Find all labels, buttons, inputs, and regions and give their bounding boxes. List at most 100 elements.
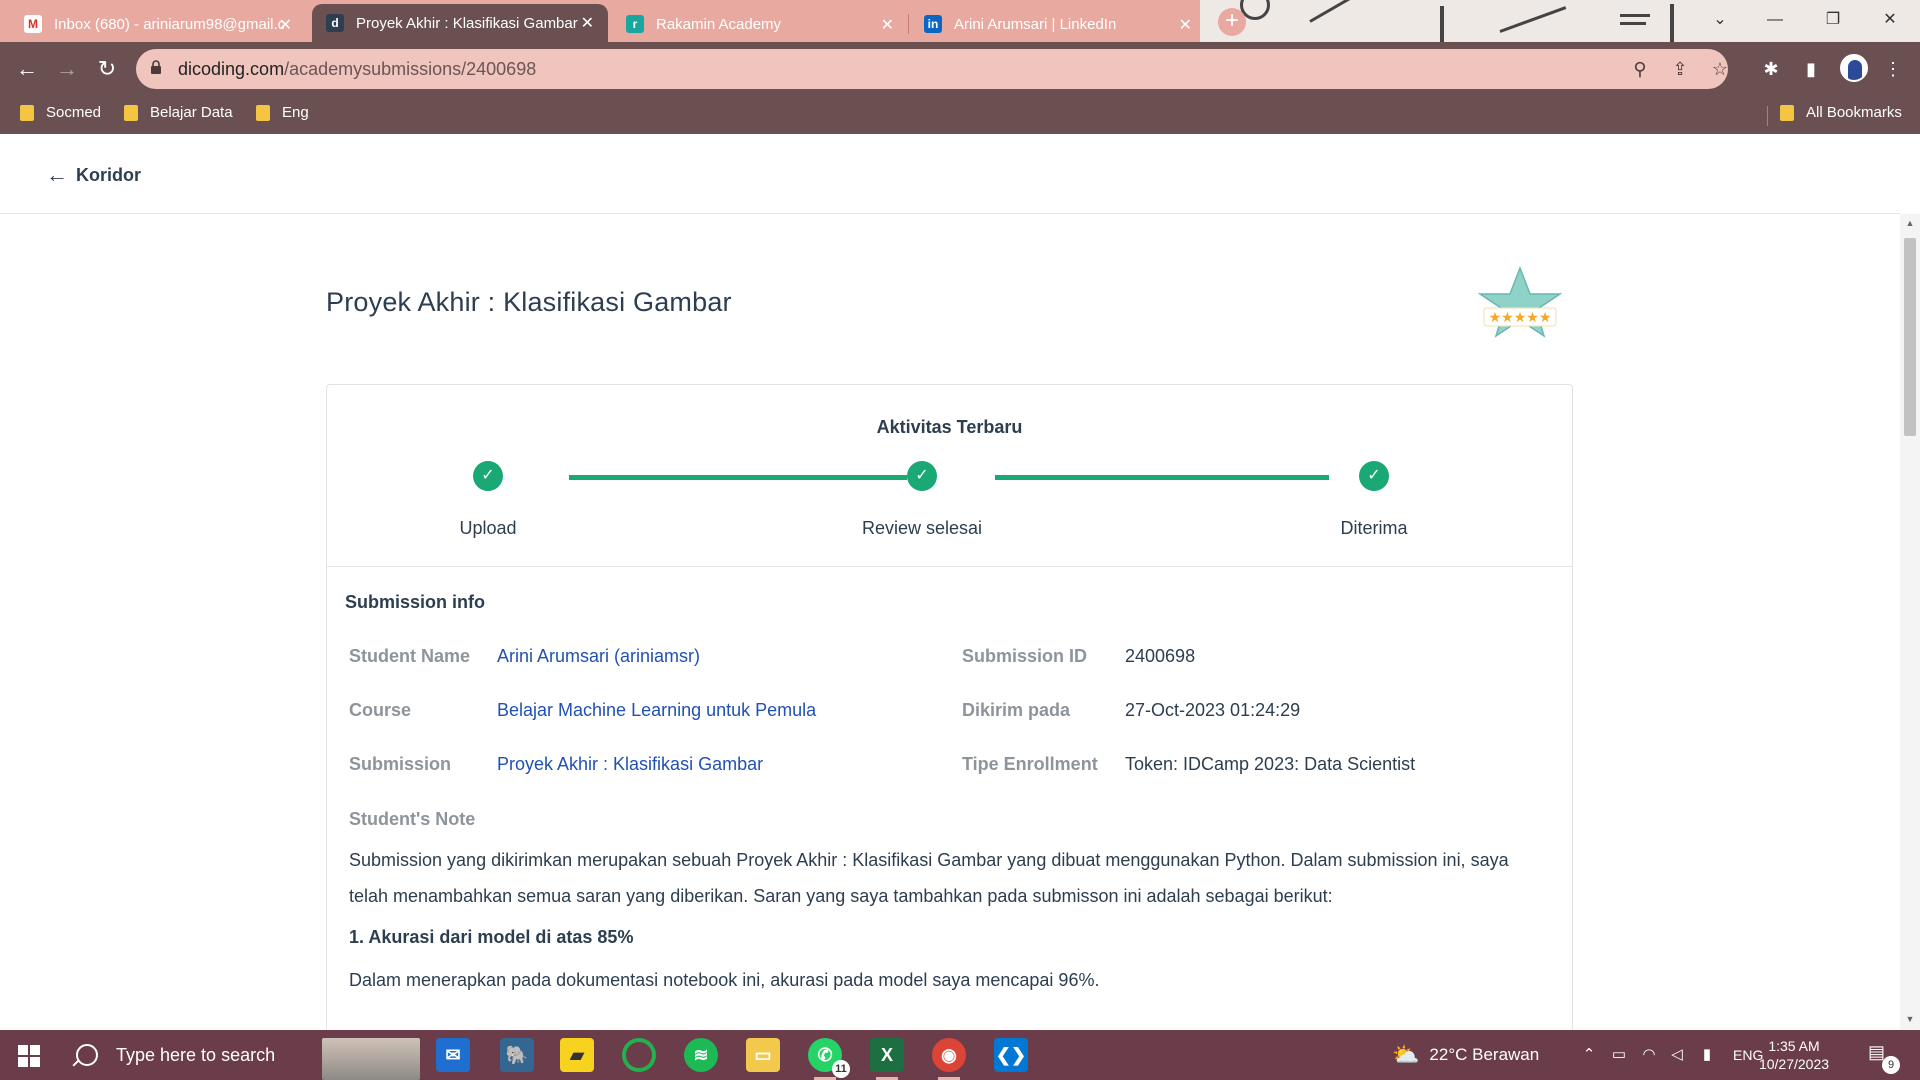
battery-icon[interactable]: ▭ xyxy=(1610,1046,1628,1064)
notification-count: 9 xyxy=(1882,1056,1900,1074)
close-icon[interactable]: ✕ xyxy=(279,15,292,35)
theme-decoration xyxy=(1200,0,1920,42)
close-icon[interactable]: ✕ xyxy=(881,15,894,35)
folder-icon xyxy=(1780,104,1794,121)
search-placeholder: Type here to search xyxy=(116,1044,276,1065)
theme-doodle xyxy=(1670,4,1674,42)
volume-icon[interactable]: ◁ xyxy=(1668,1046,1686,1064)
bookmark-socmed[interactable]: Socmed xyxy=(20,104,101,121)
close-icon[interactable]: ✕ xyxy=(1179,15,1192,35)
course-label: Course xyxy=(349,700,412,720)
bookmark-label: Eng xyxy=(282,104,309,121)
theme-doodle xyxy=(1309,0,1363,23)
zoom-icon[interactable]: ⚲ xyxy=(1628,57,1652,81)
scroll-thumb[interactable] xyxy=(1904,238,1916,436)
url-host: dicoding.com xyxy=(178,59,285,79)
bookmark-label: Socmed xyxy=(46,104,102,121)
sent-at-label: Dikirim pada xyxy=(962,700,1071,720)
page-title: Proyek Akhir : Klasifikasi Gambar xyxy=(326,287,732,317)
bookmark-label: All Bookmarks xyxy=(1806,104,1902,121)
microphone-icon[interactable]: ▮ xyxy=(1698,1046,1716,1064)
minimize-button[interactable]: — xyxy=(1755,6,1795,34)
postgres-app-icon[interactable]: 🐘 xyxy=(500,1038,534,1072)
rakamin-icon: r xyxy=(626,15,644,33)
forward-icon[interactable]: → xyxy=(52,54,82,84)
profile-avatar[interactable] xyxy=(1840,54,1868,82)
bookmark-eng[interactable]: Eng xyxy=(256,104,309,121)
system-clock[interactable]: 1:35 AM 10/27/2023 xyxy=(1754,1037,1834,1073)
student-name-link[interactable]: Arini Arumsari (ariniamsr) xyxy=(497,646,700,667)
koridor-label: Koridor xyxy=(76,164,141,185)
page-content: ← Koridor Proyek Akhir : Klasifikasi Gam… xyxy=(0,134,1920,1030)
scroll-down-icon[interactable]: ▼ xyxy=(1904,1014,1916,1026)
tab-title: Arini Arumsari | LinkedIn xyxy=(954,15,1117,33)
theme-doodle xyxy=(1620,14,1650,17)
student-note-paragraph: Submission yang dikirimkan merupakan seb… xyxy=(349,850,1509,906)
spotify-icon[interactable]: ≋ xyxy=(684,1038,718,1072)
excel-icon[interactable]: X xyxy=(870,1038,904,1080)
tab-gmail[interactable]: M Inbox (680) - ariniarum98@gmail.com ✕ xyxy=(10,6,306,42)
vscode-icon[interactable]: ❮❯ xyxy=(994,1038,1028,1072)
chrome-icon[interactable]: ◉ xyxy=(932,1038,966,1080)
activity-title: Aktivitas Terbaru xyxy=(876,417,1023,437)
whatsapp-icon[interactable]: ✆ 11 xyxy=(808,1038,850,1080)
notification-center[interactable]: ▤ 9 xyxy=(1868,1042,1900,1074)
tab-dicoding[interactable]: d Proyek Akhir : Klasifikasi Gambar ✕ xyxy=(312,4,608,42)
tab-title: Rakamin Academy xyxy=(656,15,782,33)
restore-button[interactable]: ❐ xyxy=(1813,6,1853,34)
clock-time: 1:35 AM xyxy=(1768,1038,1820,1054)
back-icon[interactable]: ← xyxy=(12,54,42,84)
theme-doodle xyxy=(1499,6,1567,33)
all-bookmarks[interactable]: All Bookmarks xyxy=(1780,104,1902,121)
chevron-up-icon[interactable]: ⌃ xyxy=(1580,1046,1598,1064)
tab-strip: M Inbox (680) - ariniarum98@gmail.com ✕ … xyxy=(0,0,1920,42)
student-name-label: Student Name xyxy=(349,646,471,666)
share-icon[interactable]: ⇪ xyxy=(1668,57,1692,81)
submission-link[interactable]: Proyek Akhir : Klasifikasi Gambar xyxy=(497,754,763,775)
close-window-button[interactable]: ✕ xyxy=(1870,6,1910,34)
submission-label: Submission xyxy=(349,754,452,774)
new-tab-button[interactable]: + xyxy=(1218,8,1246,36)
tab-search-icon[interactable]: ⌄ xyxy=(1700,6,1740,34)
submission-id-value: 2400698 xyxy=(1125,646,1196,666)
side-panel-icon[interactable]: ▮ xyxy=(1798,56,1824,82)
bookmark-label: Belajar Data xyxy=(150,104,233,121)
tab-rakamin[interactable]: r Rakamin Academy ✕ xyxy=(612,6,908,42)
theme-doodle xyxy=(1440,6,1444,42)
clock-date: 10/27/2023 xyxy=(1758,1056,1830,1072)
page-header: ← Koridor xyxy=(0,134,1900,214)
progress-line xyxy=(569,475,907,480)
enrollment-label: Tipe Enrollment xyxy=(962,754,1098,774)
url-text: dicoding.com/academysubmissions/2400698 xyxy=(178,59,536,80)
reload-icon[interactable]: ↻ xyxy=(92,54,122,84)
enrollment-value: Token: IDCamp 2023: Data Scientist xyxy=(1125,754,1416,774)
wifi-icon[interactable]: ◠ xyxy=(1640,1046,1658,1064)
address-bar[interactable]: dicoding.com/academysubmissions/2400698 … xyxy=(136,49,1728,89)
extensions-icon[interactable]: ✱ xyxy=(1758,56,1784,82)
app-circle-icon[interactable] xyxy=(622,1038,656,1072)
bookmark-belajar-data[interactable]: Belajar Data xyxy=(124,104,233,121)
sent-at-value: 27-Oct-2023 01:24:29 xyxy=(1125,700,1301,720)
koridor-back-link[interactable]: ← Koridor xyxy=(46,162,141,188)
check-icon: ✓ xyxy=(1359,461,1389,491)
weather-widget[interactable]: ⛅ 22°C Berawan xyxy=(1392,1030,1539,1080)
scrollbar[interactable]: ▲ ▼ xyxy=(1900,214,1920,1030)
gmail-icon: M xyxy=(24,15,42,33)
sticky-notes-icon[interactable]: ▰ xyxy=(560,1038,594,1072)
chat-bubble-icon: ▤ xyxy=(1868,1042,1886,1062)
bookmark-star-icon[interactable]: ☆ xyxy=(1708,57,1732,81)
folder-icon xyxy=(20,104,34,121)
windows-start-icon[interactable] xyxy=(18,1045,40,1067)
weather-text: 22°C Berawan xyxy=(1429,1045,1540,1064)
mail-app-icon[interactable]: ✉ xyxy=(436,1038,470,1072)
student-note-label: Student's Note xyxy=(349,809,476,829)
scroll-up-icon[interactable]: ▲ xyxy=(1904,218,1916,230)
linkedin-icon: in xyxy=(924,15,942,33)
file-explorer-icon[interactable]: ▭ xyxy=(746,1038,780,1072)
folder-icon xyxy=(256,104,270,121)
tab-linkedin[interactable]: in Arini Arumsari | LinkedIn ✕ xyxy=(910,6,1206,42)
menu-icon[interactable]: ⋮ xyxy=(1880,56,1906,82)
close-icon[interactable]: ✕ xyxy=(581,13,594,33)
course-link[interactable]: Belajar Machine Learning untuk Pemula xyxy=(497,700,816,721)
submission-info-title: Submission info xyxy=(345,592,486,612)
